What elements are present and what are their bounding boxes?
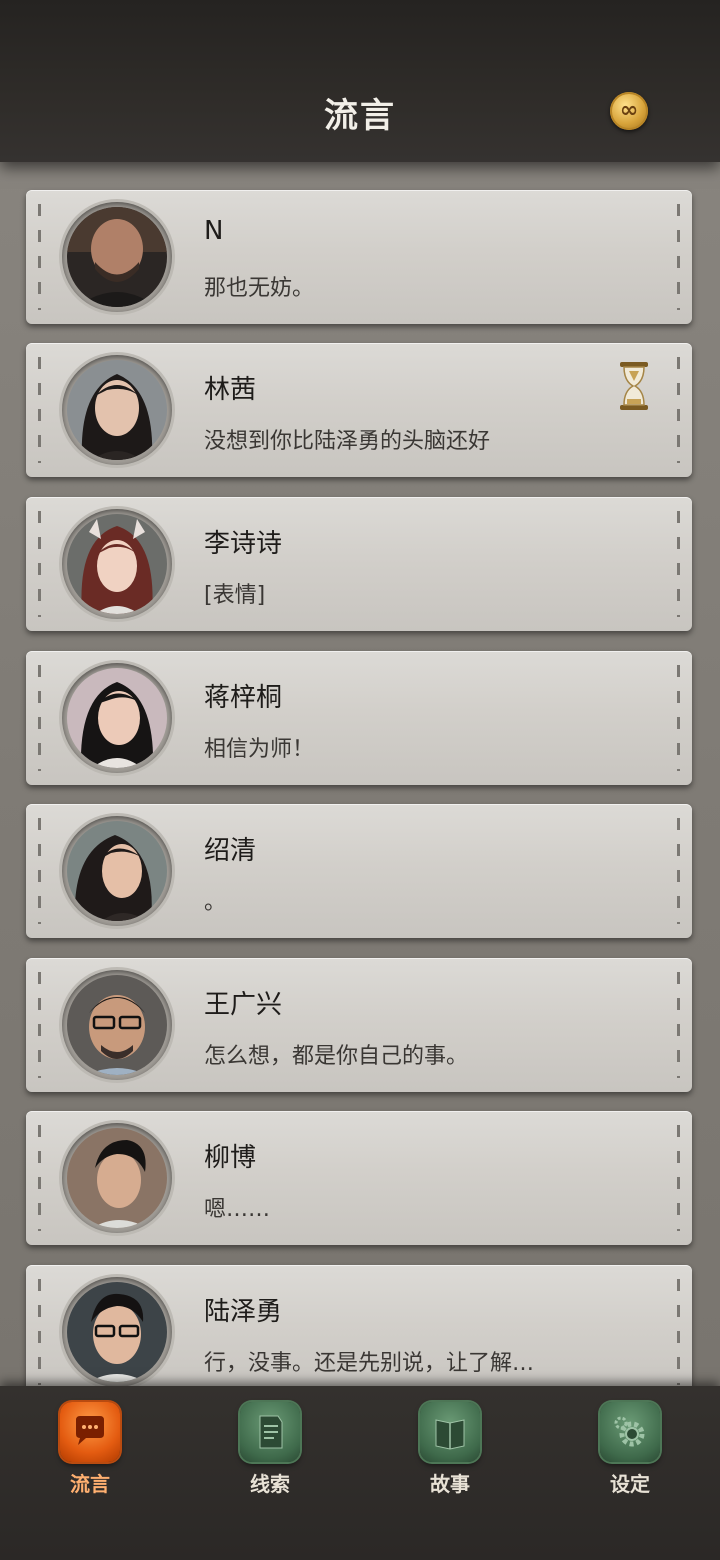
avatar-frame [62,355,172,465]
bottom-tab-bar: 流言 线索 故事 设定 [0,1386,720,1560]
chat-card[interactable]: 绍清 。 [26,804,692,938]
tab-label: 故事 [430,1472,470,1496]
hourglass-icon [620,362,648,410]
gear-icon [600,1402,660,1462]
document-icon [240,1402,300,1462]
avatar [67,821,167,921]
chat-card[interactable]: N 那也无妨。 [26,190,692,324]
coin-icon[interactable]: ∞ [610,92,648,130]
chat-card[interactable]: 林茜 没想到你比陆泽勇的头脑还好 [26,343,692,477]
chat-card[interactable]: 蒋梓桐 相信为师！ [26,651,692,785]
avatar [67,668,167,768]
contact-name: 李诗诗 [204,529,283,559]
last-message: 怎么想，都是你自己的事。 [204,1044,469,1069]
avatar [67,360,167,460]
chat-card[interactable]: 柳博 嗯…… [26,1111,692,1245]
contact-name: 林茜 [204,375,257,405]
last-message: 嗯…… [204,1197,271,1222]
avatar [67,1282,167,1382]
avatar [67,207,167,307]
tab-label: 设定 [610,1472,650,1496]
chat-card[interactable]: 李诗诗 [表情] [26,497,692,631]
avatar-frame [62,1277,172,1386]
chat-card[interactable]: 陆泽勇 行，没事。还是先别说，让了解… [26,1265,692,1386]
last-message: 没想到你比陆泽勇的头脑还好 [204,429,491,454]
contact-name: 王广兴 [204,990,283,1020]
contact-name: 柳博 [204,1143,257,1173]
last-message: [表情] [204,583,266,608]
last-message: 。 [204,890,227,915]
tab-settings[interactable]: 设定 [570,1402,690,1522]
book-icon [420,1402,480,1462]
avatar [67,1128,167,1228]
avatar-frame [62,816,172,926]
last-message: 相信为师！ [204,737,315,762]
avatar-frame [62,202,172,312]
avatar [67,975,167,1075]
avatar-frame [62,1123,172,1233]
tab-label: 线索 [250,1472,290,1496]
last-message: 那也无妨。 [204,276,315,301]
contact-name: 陆泽勇 [204,1297,283,1327]
tab-clues[interactable]: 线索 [210,1402,330,1522]
contact-name: 蒋梓桐 [204,683,283,713]
chat-bubble-icon [60,1402,120,1462]
chat-card[interactable]: 王广兴 怎么想，都是你自己的事。 [26,958,692,1092]
avatar-frame [62,509,172,619]
tab-label: 流言 [70,1472,110,1496]
chat-list: N 那也无妨。 林茜 没想到你比陆泽勇的头脑还好 李诗诗 [表情] 蒋梓桐 相信… [0,0,720,1386]
avatar-frame [62,663,172,773]
contact-name: 绍清 [204,836,257,866]
avatar [67,514,167,614]
last-message: 行，没事。还是先别说，让了解… [204,1351,535,1376]
tab-rumors[interactable]: 流言 [30,1402,150,1522]
contact-name: N [204,216,224,246]
top-bar: 流言 ∞ [0,0,720,162]
tab-story[interactable]: 故事 [390,1402,510,1522]
avatar-frame [62,970,172,1080]
